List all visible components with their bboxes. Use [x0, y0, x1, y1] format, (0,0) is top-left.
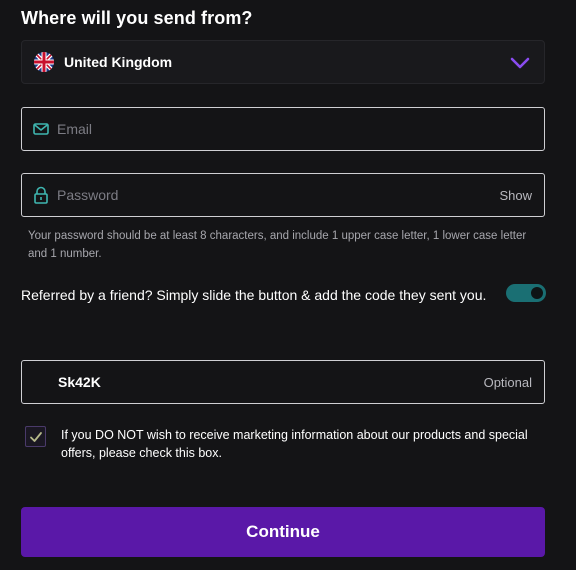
- continue-button[interactable]: Continue: [21, 507, 545, 557]
- password-hint: Your password should be at least 8 chara…: [28, 230, 527, 260]
- email-input[interactable]: [57, 108, 477, 150]
- password-field: Show: [21, 173, 545, 217]
- country-selected-value: United Kingdom: [64, 54, 173, 70]
- email-field: [21, 107, 545, 151]
- referral-toggle[interactable]: [506, 284, 546, 302]
- checkmark-icon: [30, 432, 42, 442]
- referral-code-field: Optional: [21, 360, 545, 404]
- password-input[interactable]: [57, 174, 477, 216]
- referral-code-input[interactable]: [58, 361, 478, 403]
- envelope-icon: [32, 120, 50, 138]
- signup-form: Where will you send from? United Kingdom: [0, 0, 576, 570]
- referral-prompt: Referred by a friend? Simply slide the b…: [21, 287, 487, 303]
- toggle-knob: [531, 287, 543, 299]
- optional-label: Optional: [483, 375, 532, 390]
- country-select[interactable]: United Kingdom: [21, 40, 545, 84]
- lock-icon: [32, 186, 50, 204]
- marketing-optout-label: If you DO NOT wish to receive marketing …: [61, 428, 528, 460]
- marketing-optout-checkbox[interactable]: [25, 426, 46, 447]
- chevron-down-icon[interactable]: [510, 54, 530, 72]
- uk-flag-icon: [34, 52, 54, 72]
- page-title: Where will you send from?: [21, 8, 253, 28]
- show-password-button[interactable]: Show: [499, 188, 532, 203]
